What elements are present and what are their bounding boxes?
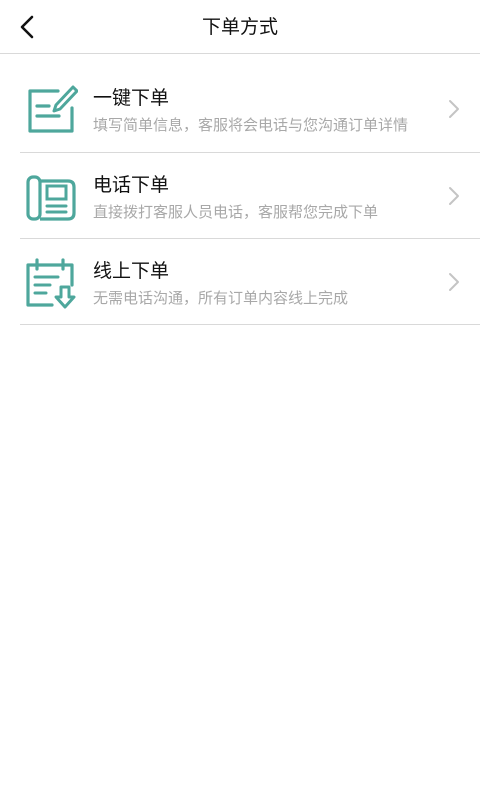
chevron-right-icon — [449, 100, 459, 118]
option-title: 电话下单 — [93, 174, 170, 196]
telephone-icon — [26, 175, 76, 221]
chevron-right-icon — [449, 187, 459, 205]
page-title: 下单方式 — [201, 16, 278, 38]
option-title: 线上下单 — [93, 260, 170, 282]
option-description: 填写简单信息，客服将会电话与您沟通订单详情 — [93, 116, 409, 134]
option-description: 直接拨打客服人员电话，客服帮您完成下单 — [93, 203, 379, 221]
edit-form-icon — [28, 85, 78, 133]
option-online-order[interactable]: 线上下单 无需电话沟通，所有订单内容线上完成 — [20, 239, 480, 325]
nav-bar: 下单方式 — [0, 0, 480, 54]
option-quick-order[interactable]: 一键下单 填写简单信息，客服将会电话与您沟通订单详情 — [20, 66, 480, 153]
order-method-list: 一键下单 填写简单信息，客服将会电话与您沟通订单详情 电话下单 直接拨打客服人员… — [20, 66, 480, 325]
order-method-screen: 下单方式 一键下单 填写简单信息，客服将会电话与您沟通订单详情 电话下单 直接拨… — [0, 0, 480, 800]
document-download-icon — [26, 258, 76, 309]
option-phone-order[interactable]: 电话下单 直接拨打客服人员电话，客服帮您完成下单 — [20, 153, 480, 239]
chevron-right-icon — [449, 273, 459, 291]
option-title: 一键下单 — [93, 87, 170, 109]
option-description: 无需电话沟通，所有订单内容线上完成 — [93, 289, 349, 307]
